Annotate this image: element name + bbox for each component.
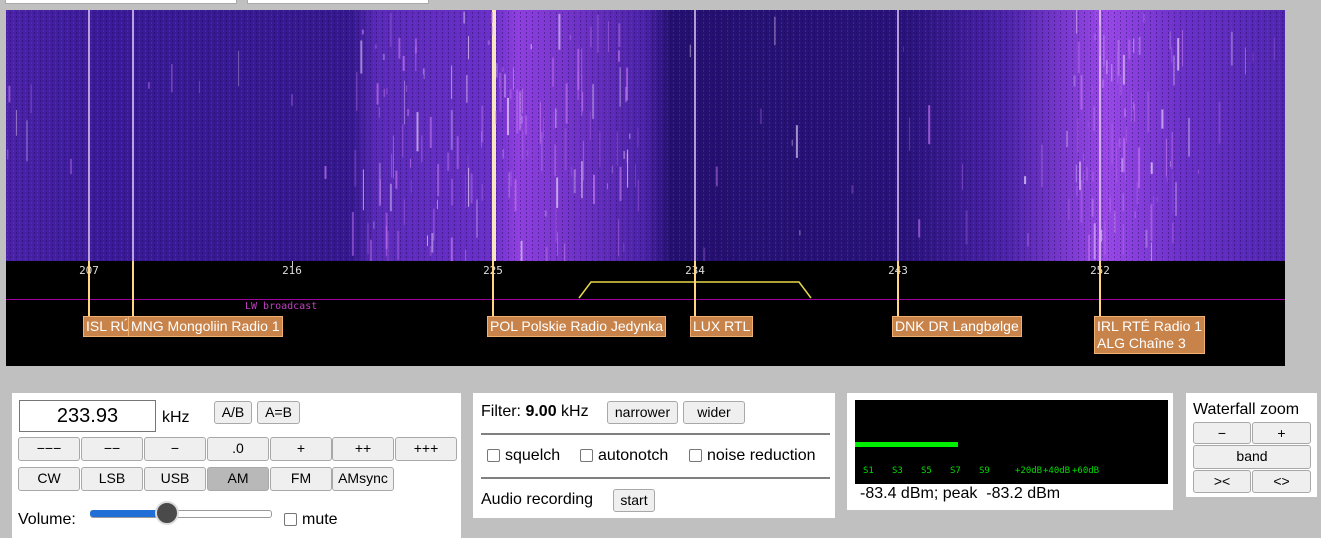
filter-label: Filter:	[481, 403, 521, 420]
smeter-scale-label: S7	[950, 466, 961, 476]
band-line	[6, 299, 1285, 300]
smeter-scale-label: +60dB	[1072, 466, 1100, 476]
autonotch-label: autonotch	[598, 447, 669, 464]
frequency-input[interactable]: 233.93	[19, 400, 156, 432]
frequency-scale[interactable]: 207216225234243252 LW broadcast ISL RÚVM…	[6, 261, 1285, 366]
filter-separator-1	[481, 433, 830, 435]
filter-separator-2	[481, 477, 830, 479]
volume-thumb[interactable]	[155, 501, 180, 525]
smeter-reading: -83.4 dBm; peak -83.2 dBm	[860, 485, 1061, 502]
station-label[interactable]: IRL RTÉ Radio 1 ALG Chaîne 3	[1094, 316, 1206, 354]
filter-unit: kHz	[561, 403, 589, 420]
squelch-check-icon[interactable]	[487, 449, 500, 462]
mute-check-icon[interactable]	[284, 513, 297, 526]
carrier-streak	[492, 10, 496, 261]
step-up-3-button[interactable]: +++	[395, 437, 457, 461]
noise-reduction-label: noise reduction	[707, 447, 816, 464]
zoom-left-button[interactable]: ><	[1193, 470, 1251, 493]
carrier-streak	[694, 10, 696, 261]
mode-cw-button[interactable]: CW	[18, 467, 80, 491]
waterfall-image	[6, 10, 1285, 261]
a-equals-b-button[interactable]: A=B	[257, 401, 300, 424]
mode-fm-button[interactable]: FM	[270, 467, 332, 491]
wider-button[interactable]: wider	[683, 401, 745, 424]
mode-amsync-button[interactable]: AMsync	[332, 467, 394, 491]
mute-label: mute	[302, 511, 338, 528]
step-up-1-button[interactable]: +	[270, 437, 332, 461]
smeter-display: S1 S3 S5 S7 S9 +20dB +40dB +60dB	[855, 400, 1168, 484]
step-round-button[interactable]: .0	[207, 437, 269, 461]
squelch-label: squelch	[505, 447, 561, 464]
top-field-left[interactable]	[5, 0, 237, 4]
zoom-out-button[interactable]: −	[1193, 422, 1251, 444]
smeter-scale-label: S1	[863, 466, 874, 476]
station-marker-line	[897, 261, 899, 316]
smeter-scale-label: S5	[921, 466, 932, 476]
audio-recording-label: Audio recording	[481, 491, 594, 508]
station-marker-line	[1099, 261, 1101, 316]
frequency-unit: kHz	[162, 409, 190, 426]
band-label: LW broadcast	[245, 301, 318, 312]
frequency-panel: 233.93 kHz A/B A=B −−− −− − .0 + ++ +++ …	[12, 393, 461, 538]
zoom-right-button[interactable]: <>	[1252, 470, 1311, 493]
step-up-2-button[interactable]: ++	[332, 437, 394, 461]
station-label[interactable]: DNK DR Langbølge	[892, 316, 1022, 337]
top-field-right[interactable]	[247, 0, 429, 4]
station-marker-line	[694, 261, 696, 316]
autonotch-check-icon[interactable]	[580, 449, 593, 462]
station-label[interactable]: LUX RTL	[690, 316, 754, 337]
station-label[interactable]: ISL RÚV	[83, 316, 129, 337]
noise-reduction-checkbox[interactable]: noise reduction	[689, 447, 816, 465]
mode-usb-button[interactable]: USB	[144, 467, 206, 491]
station-marker-line	[492, 261, 494, 316]
station-label[interactable]: POL Polskie Radio Jedynka	[487, 316, 667, 337]
waterfall-zoom-panel: Waterfall zoom − + band >< <>	[1186, 393, 1317, 497]
station-label[interactable]: MNG Mongoliin Radio 1	[128, 316, 283, 337]
filter-value: 9.00	[525, 403, 557, 420]
waterfall-display[interactable]	[6, 10, 1285, 261]
ab-button[interactable]: A/B	[214, 401, 252, 424]
station-marker-line	[132, 261, 134, 316]
mode-lsb-button[interactable]: LSB	[81, 467, 143, 491]
recording-start-button[interactable]: start	[613, 489, 655, 512]
smeter-scale-label: +20dB	[1015, 466, 1043, 476]
smeter-scale-label: S3	[892, 466, 903, 476]
carrier-streak	[88, 10, 90, 261]
step-down-1-button[interactable]: −	[144, 437, 206, 461]
waterfall-zoom-title: Waterfall zoom	[1193, 401, 1300, 418]
volume-slider[interactable]	[90, 501, 272, 525]
station-marker-line	[88, 261, 90, 316]
mode-am-button[interactable]: AM	[207, 467, 269, 491]
smeter-scale-label: +40dB	[1043, 466, 1071, 476]
filter-readout: Filter: 9.00 kHz	[481, 403, 589, 421]
narrower-button[interactable]: narrower	[607, 401, 678, 424]
carrier-streak	[132, 10, 134, 261]
smeter-scale-label: S9	[979, 466, 990, 476]
step-down-3-button[interactable]: −−−	[18, 437, 80, 461]
smeter-panel: S1 S3 S5 S7 S9 +20dB +40dB +60dB -83.4 dBm; pea…	[847, 393, 1173, 510]
filter-panel: Filter: 9.00 kHz narrower wider squelch …	[473, 393, 835, 518]
autonotch-checkbox[interactable]: autonotch	[580, 447, 668, 465]
mute-checkbox[interactable]: mute	[284, 511, 338, 529]
smeter-bar	[855, 442, 959, 447]
noise-reduction-check-icon[interactable]	[689, 449, 702, 462]
volume-label: Volume:	[18, 511, 76, 528]
carrier-streak	[897, 10, 899, 261]
zoom-in-button[interactable]: +	[1252, 422, 1311, 444]
step-down-2-button[interactable]: −−	[81, 437, 143, 461]
squelch-checkbox[interactable]: squelch	[487, 447, 560, 465]
zoom-band-button[interactable]: band	[1193, 445, 1311, 469]
